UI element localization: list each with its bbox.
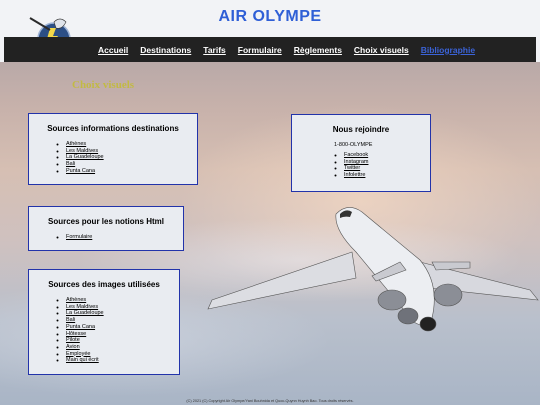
nav-link-reglements[interactable]: Règlements <box>294 45 342 55</box>
source-link[interactable]: Athènes <box>66 141 86 147</box>
source-link[interactable]: La Guadeloupe <box>66 310 104 316</box>
list-item: Main qui écrit <box>66 357 179 364</box>
phone-number: 1-800-OLYMPE <box>334 142 373 148</box>
source-link[interactable]: Athènes <box>66 297 86 303</box>
instagram-link[interactable]: Instagram <box>344 159 368 165</box>
panel-html: Sources pour les notions Html Formulaire <box>28 206 184 251</box>
list-item: Avion <box>66 344 179 351</box>
nav-link-destinations[interactable]: Destinations <box>140 45 191 55</box>
source-link[interactable]: Pilote <box>66 337 80 343</box>
social-link-list: Facebook Instagram Twitter Infolettre <box>292 152 430 179</box>
list-item: Bali <box>66 161 197 168</box>
nav-link-tarifs[interactable]: Tarifs <box>203 45 226 55</box>
panel-images: Sources des images utilisées Athènes Les… <box>28 269 180 375</box>
source-link[interactable]: Formulaire <box>66 234 92 240</box>
html-link-list: Formulaire <box>29 234 183 241</box>
source-link[interactable]: Avion <box>66 344 80 350</box>
panel-destinations-title: Sources informations destinations <box>47 124 179 133</box>
footer-copyright: (C) 2021 (C) Copyright Air Olympe/Yani B… <box>186 399 354 403</box>
images-link-list: Athènes Les Maldives La Guadeloupe Bali … <box>29 297 179 364</box>
nav-link-choix-visuels[interactable]: Choix visuels <box>354 45 409 55</box>
source-link[interactable]: Punta Cana <box>66 168 95 174</box>
source-link[interactable]: Employée <box>66 351 90 357</box>
newsletter-link[interactable]: Infolettre <box>344 172 365 178</box>
list-item: Instagram <box>344 159 430 166</box>
list-item: La Guadeloupe <box>66 154 197 161</box>
nav-link-bibliographie[interactable]: Bibliographie <box>421 45 475 55</box>
panel-join-title: Nous rejoindre <box>332 125 390 134</box>
destinations-link-list: Athènes Les Maldives La Guadeloupe Bali … <box>29 141 197 175</box>
list-item: Employée <box>66 351 179 358</box>
list-item: Pilote <box>66 337 179 344</box>
source-link[interactable]: Main qui écrit <box>66 357 99 363</box>
list-item: Formulaire <box>66 234 183 241</box>
list-item: Facebook <box>344 152 430 159</box>
source-link[interactable]: Les Maldives <box>66 148 98 154</box>
source-link[interactable]: Bali <box>66 317 75 323</box>
facebook-link[interactable]: Facebook <box>344 152 368 158</box>
panel-images-title: Sources des images utilisées <box>48 280 160 289</box>
source-link[interactable]: La Guadeloupe <box>66 154 104 160</box>
panel-destinations: Sources informations destinations Athène… <box>28 113 198 185</box>
list-item: Infolettre <box>344 172 430 179</box>
list-item: Les Maldives <box>66 304 179 311</box>
list-item: Athènes <box>66 297 179 304</box>
list-item: Les Maldives <box>66 148 197 155</box>
nav-link-accueil[interactable]: Accueil <box>98 45 128 55</box>
source-link[interactable]: Punta Cana <box>66 324 95 330</box>
list-item: Bali <box>66 317 179 324</box>
page-heading: Choix visuels <box>72 79 135 91</box>
list-item: Athènes <box>66 141 197 148</box>
nav-link-formulaire[interactable]: Formulaire <box>238 45 282 55</box>
source-link[interactable]: Les Maldives <box>66 304 98 310</box>
panel-nous-rejoindre: Nous rejoindre 1-800-OLYMPE Facebook Ins… <box>291 114 431 192</box>
list-item: La Guadeloupe <box>66 310 179 317</box>
source-link[interactable]: Hôtesse <box>66 331 86 337</box>
list-item: Punta Cana <box>66 324 179 331</box>
list-item: Twitter <box>344 165 430 172</box>
list-item: Hôtesse <box>66 331 179 338</box>
twitter-link[interactable]: Twitter <box>344 165 360 171</box>
list-item: Punta Cana <box>66 168 197 175</box>
source-link[interactable]: Bali <box>66 161 75 167</box>
main-navbar: Accueil Destinations Tarifs Formulaire R… <box>4 37 536 62</box>
panel-html-title: Sources pour les notions Html <box>47 217 164 226</box>
